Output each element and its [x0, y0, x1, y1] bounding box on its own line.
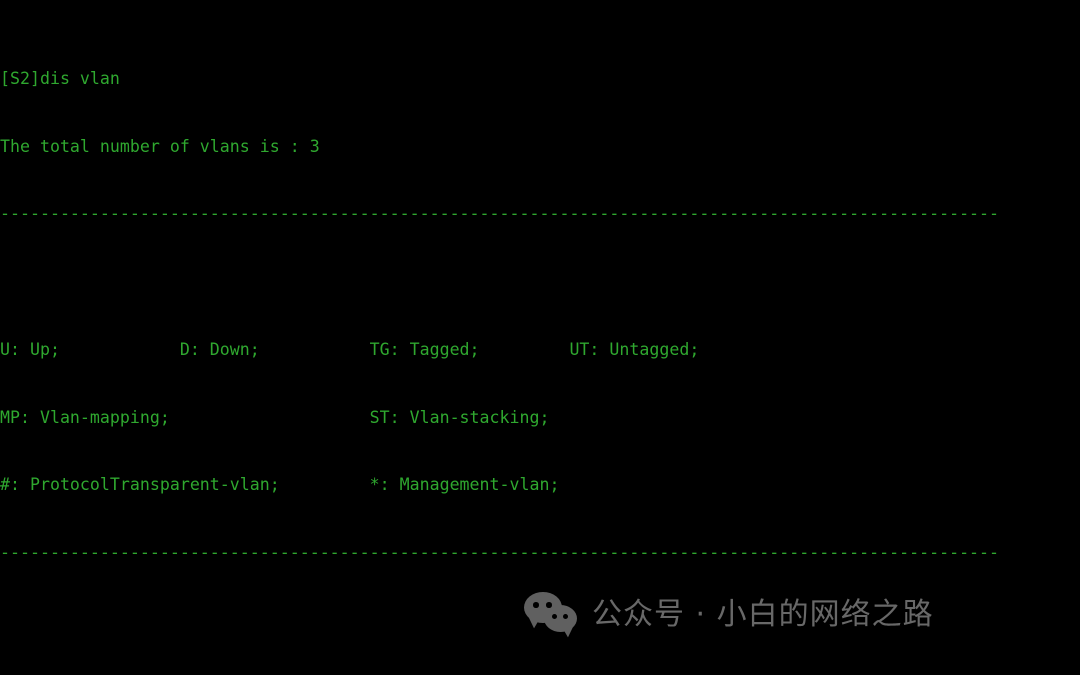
separator-line-1: ----------------------------------------… [0, 204, 1000, 224]
terminal-window[interactable]: [S2]dis vlan The total number of vlans i… [0, 0, 1080, 675]
blank-line-1 [0, 271, 1080, 294]
legend-line-2: MP: Vlan-mapping; ST: Vlan-stacking; [0, 407, 550, 427]
legend-line-3: #: ProtocolTransparent-vlan; *: Manageme… [0, 475, 560, 495]
blank-line-2 [0, 610, 1080, 633]
terminal-screen: [S2]dis vlan The total number of vlans i… [0, 0, 1080, 675]
command-line: [S2]dis vlan [0, 68, 120, 88]
separator-line-2: ----------------------------------------… [0, 543, 1000, 563]
vlan-count-line: The total number of vlans is : 3 [0, 136, 320, 156]
legend-line-1: U: Up; D: Down; TG: Tagged; UT: Untagged… [0, 339, 700, 359]
